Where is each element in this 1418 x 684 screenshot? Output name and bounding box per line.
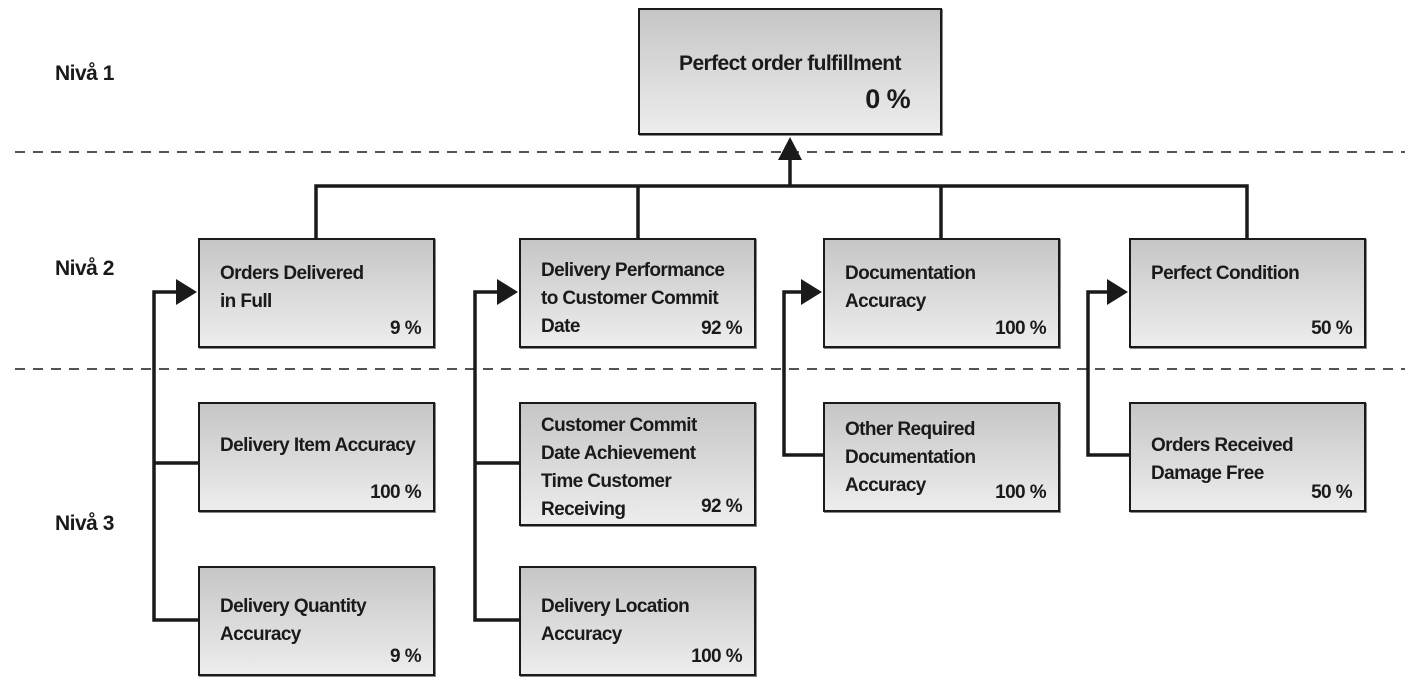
- metric-value: 100 %: [370, 482, 421, 503]
- metric-title: Delivery Quantity Accuracy: [220, 596, 367, 645]
- metric-box-documentation-accuracy: Documentation Accuracy 100 %: [823, 238, 1060, 348]
- level-label-1: Nivå 1: [55, 62, 114, 85]
- col2-connector: [473, 290, 519, 622]
- metric-value: 9 %: [390, 646, 422, 667]
- metric-box-other-required-documentation-accuracy: Other Required Documentation Accuracy 10…: [823, 402, 1060, 512]
- metric-value: 92 %: [701, 496, 743, 517]
- metric-value: 50 %: [1311, 318, 1353, 339]
- metric-title: Delivery Location Accuracy: [541, 596, 690, 645]
- arrow-up-icon: [778, 137, 802, 160]
- metric-value: 50 %: [1311, 482, 1353, 503]
- metric-title: Documentation Accuracy: [845, 263, 976, 312]
- metric-value: 9 %: [390, 318, 422, 339]
- metric-box-delivery-location-accuracy: Delivery Location Accuracy 100 %: [519, 566, 756, 676]
- metric-box-delivery-item-accuracy: Delivery Item Accuracy 100 %: [198, 402, 435, 512]
- level-label-3: Nivå 3: [55, 512, 114, 535]
- metric-title: Orders Delivered in Full: [220, 263, 364, 312]
- root-connector: [314, 184, 1249, 238]
- metric-title: Perfect Condition: [1151, 263, 1300, 284]
- col1-connector: [152, 290, 198, 622]
- metric-box-orders-received-damage-free: Orders Received Damage Free 50 %: [1129, 402, 1366, 512]
- metric-value: 100 %: [691, 646, 742, 667]
- arrow-right-icon: [1107, 279, 1128, 305]
- metric-box-delivery-quantity-accuracy: Delivery Quantity Accuracy 9 %: [198, 566, 435, 676]
- metric-box-delivery-performance: Delivery Performance to Customer Commit …: [519, 238, 756, 348]
- arrow-right-icon: [497, 279, 518, 305]
- metric-box-perfect-condition: Perfect Condition 50 %: [1129, 238, 1366, 348]
- col4-connector: [1086, 290, 1129, 457]
- level-label-2: Nivå 2: [55, 257, 114, 280]
- arrow-right-icon: [801, 279, 822, 305]
- metric-value: 100 %: [995, 318, 1046, 339]
- col3-connector: [782, 290, 823, 457]
- metric-value: 0 %: [865, 84, 910, 114]
- metric-hierarchy-diagram: Nivå 1 Nivå 2 Nivå 3 Perfect order fulfi…: [0, 0, 1418, 684]
- metric-value: 92 %: [701, 318, 743, 339]
- metric-title: Delivery Item Accuracy: [220, 435, 416, 456]
- metric-box-orders-delivered-in-full: Orders Delivered in Full 9 %: [198, 238, 435, 348]
- root-metric-box: Perfect order fulfillment 0 %: [638, 8, 942, 135]
- arrow-right-icon: [176, 279, 197, 305]
- metric-title: Orders Received Damage Free: [1151, 435, 1294, 484]
- metric-title: Perfect order fulfillment: [679, 52, 901, 75]
- metric-value: 100 %: [995, 482, 1046, 503]
- metric-box-customer-commit-date-achievement: Customer Commit Date Achievement Time Cu…: [519, 402, 756, 526]
